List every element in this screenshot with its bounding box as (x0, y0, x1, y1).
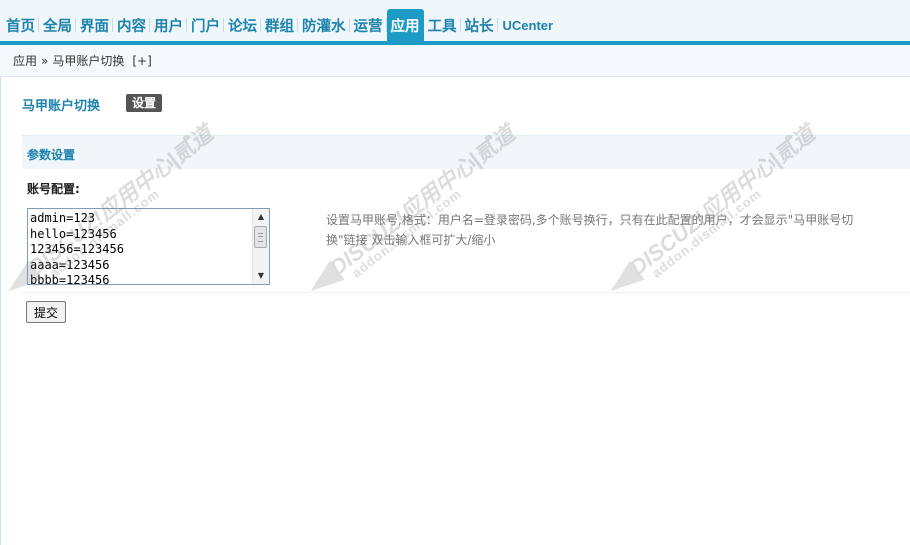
scroll-up-icon[interactable]: ▲ (253, 210, 269, 224)
scroll-down-icon[interactable]: ▼ (253, 269, 269, 283)
breadcrumb-current: 马甲账户切换 (52, 54, 125, 68)
add-to-favorites-link[interactable]: [+] (132, 54, 151, 68)
textarea-content[interactable]: admin=123 hello=123456 123456=123456 aaaa=1… (30, 211, 124, 285)
account-config-tip: 设置马甲账号,格式：用户名=登录密码,多个账号换行，只有在此配置的用户，才会显示… (326, 213, 854, 247)
account-config-label: 账号配置: (27, 182, 80, 196)
watermark-arrow-icon (603, 260, 645, 301)
nav-item-10[interactable]: 应用 (386, 9, 424, 41)
nav-item-0[interactable]: 首页 (2, 9, 39, 41)
breadcrumb-separator: » (41, 53, 49, 68)
breadcrumb: 应用 » 马甲账户切换 [+] (0, 45, 910, 77)
nav-menu: 首页 全局 界面 内容 用户 门户 论坛 群组 防灌水 运营 应用 工具 站长 UCenter (2, 9, 558, 41)
textarea-line: bbbb=123456 (30, 273, 110, 285)
nav-item-5[interactable]: 门户 (187, 9, 224, 41)
nav-item-8[interactable]: 防灌水 (298, 9, 350, 41)
nav-item-6[interactable]: 论坛 (224, 9, 261, 41)
nav-item-2[interactable]: 界面 (76, 9, 113, 41)
textarea-line: admin=123 (30, 211, 96, 225)
frame-left-border (0, 77, 1, 545)
nav-item-7[interactable]: 群组 (261, 9, 298, 41)
section-header: 参数设置 (22, 135, 910, 169)
top-navigation: 首页 全局 界面 内容 用户 门户 论坛 群组 防灌水 运营 应用 工具 站长 UCenter (0, 0, 910, 41)
nav-item-11[interactable]: 工具 (424, 9, 461, 41)
tab-settings[interactable]: 设置 (126, 94, 163, 112)
watermark-arrow-icon (303, 260, 345, 301)
nav-item-4[interactable]: 用户 (150, 9, 187, 41)
section-title: 参数设置 (27, 148, 76, 162)
textarea-line: hello=123456 (30, 226, 117, 241)
textarea-scrollbar[interactable]: ▲ ▼ (252, 209, 269, 284)
textarea-line: 123456=123456 (30, 242, 124, 256)
page-title: 马甲账户切换 (22, 99, 101, 114)
account-config-textarea[interactable]: admin=123 hello=123456 123456=123456 aaaa=1… (27, 208, 270, 285)
breadcrumb-root[interactable]: 应用 (13, 52, 37, 69)
grip-icon (258, 233, 263, 242)
scroll-thumb[interactable] (254, 226, 267, 248)
submit-button[interactable]: 提交 (26, 301, 66, 323)
nav-item-13[interactable]: UCenter (498, 9, 559, 41)
nav-item-3[interactable]: 内容 (113, 9, 150, 41)
textarea-line: aaaa=123456 (30, 257, 110, 272)
nav-item-9[interactable]: 运营 (350, 9, 387, 41)
nav-item-12[interactable]: 站长 (461, 9, 498, 41)
nav-item-1[interactable]: 全局 (39, 9, 76, 41)
row-divider (22, 292, 910, 293)
